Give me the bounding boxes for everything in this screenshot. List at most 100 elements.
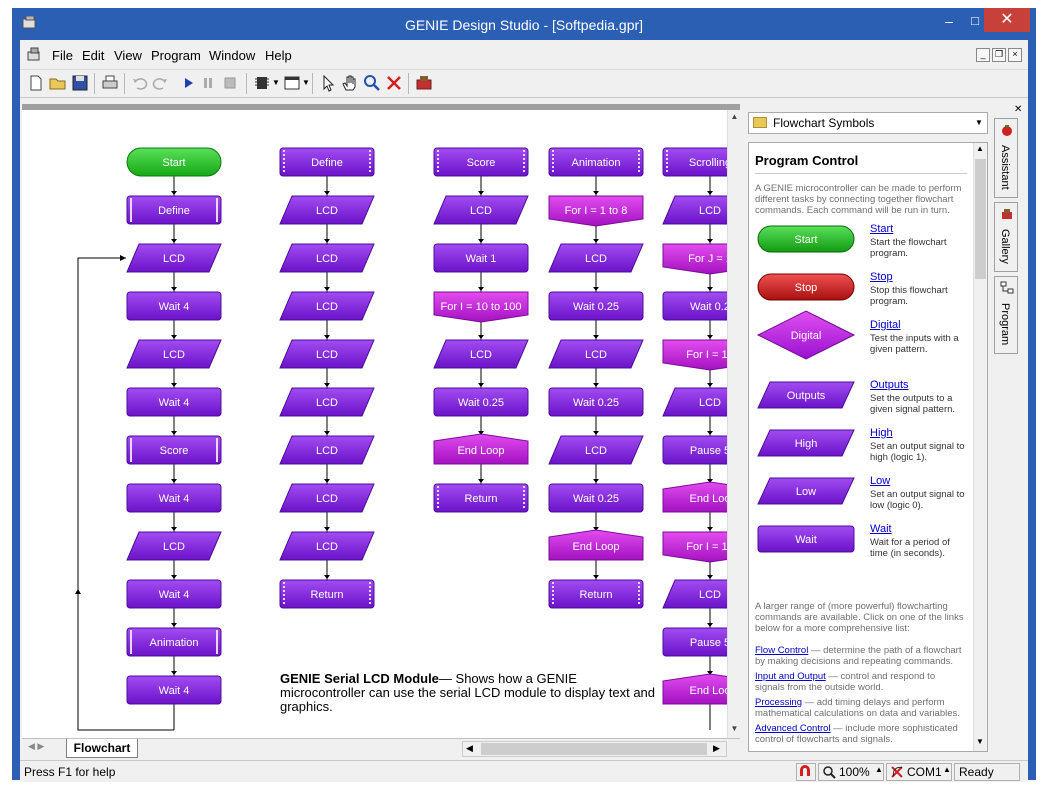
mdi-minimize-button[interactable]: _: [976, 48, 990, 62]
save-icon[interactable]: [70, 73, 90, 93]
port-pane[interactable]: COM1 ▲: [886, 763, 952, 781]
palette-symbol-outputs[interactable]: Outputs: [757, 381, 855, 409]
flowchart-node-rect[interactable]: Wait 4: [126, 483, 222, 513]
scroll-up-icon[interactable]: ▲: [728, 110, 740, 123]
flowchart-node-loopend[interactable]: End Loo: [662, 673, 727, 705]
canvas-vertical-scrollbar[interactable]: ▲ ▼: [727, 110, 740, 738]
flowchart-node-para[interactable]: LCD: [662, 195, 727, 225]
redo-icon[interactable]: [150, 73, 170, 93]
palette-symbol-digital[interactable]: Digital: [756, 310, 856, 360]
palette-scroll-thumb[interactable]: [975, 159, 986, 279]
symbol-category-select[interactable]: Flowchart Symbols ▼: [748, 112, 988, 134]
delete-icon[interactable]: [384, 73, 404, 93]
palette-symbol-wait[interactable]: Wait: [757, 525, 855, 553]
flowchart-node-ret[interactable]: Return: [433, 483, 529, 513]
side-tab-program[interactable]: Program: [994, 276, 1018, 354]
flowchart-node-rect[interactable]: Wait 4: [126, 387, 222, 417]
palette-scroll-up-icon[interactable]: ▲: [976, 144, 984, 153]
horizontal-scroll-thumb[interactable]: [481, 743, 707, 755]
flowchart-node-def[interactable]: Define: [279, 147, 375, 177]
chip-icon[interactable]: [252, 73, 272, 93]
stop-icon[interactable]: [220, 73, 240, 93]
flowchart-node-start[interactable]: Start: [126, 147, 222, 177]
flowchart-node-def[interactable]: Score: [433, 147, 529, 177]
flowchart-node-loopend[interactable]: End Loop: [548, 529, 644, 561]
zoom-stepper-icon[interactable]: ▲: [875, 762, 883, 778]
print-icon[interactable]: [100, 73, 120, 93]
menu-view[interactable]: View: [114, 48, 142, 63]
flowchart-node-rect[interactable]: Wait 0.25: [548, 291, 644, 321]
palette-symbol-low[interactable]: Low: [757, 477, 855, 505]
layout-dropdown-arrow[interactable]: ▼: [302, 78, 310, 87]
scroll-down-icon[interactable]: ▼: [728, 722, 740, 735]
download-chip-icon[interactable]: [414, 73, 434, 93]
more-link[interactable]: Processing: [755, 697, 802, 708]
menu-edit[interactable]: Edit: [82, 48, 104, 63]
flowchart-node-sub[interactable]: Define: [126, 195, 222, 225]
palette-link-wait[interactable]: Wait: [870, 523, 892, 535]
flowchart-node-para[interactable]: LCD: [662, 387, 727, 417]
flowchart-node-sub[interactable]: Animation: [126, 627, 222, 657]
flowchart-node-rect[interactable]: Pause 5: [662, 435, 727, 465]
flowchart-node-loopstart[interactable]: For I = 1 t: [662, 339, 727, 371]
panel-close-icon[interactable]: ✕: [1014, 104, 1022, 115]
flowchart-node-para[interactable]: LCD: [279, 435, 375, 465]
scroll-right-icon[interactable]: ▶: [713, 743, 720, 754]
flowchart-node-loopstart[interactable]: For I = 10 to 100: [433, 291, 529, 323]
flowchart-node-ret[interactable]: Return: [548, 579, 644, 609]
flowchart-node-para[interactable]: LCD: [279, 531, 375, 561]
hand-icon[interactable]: [340, 73, 360, 93]
canvas-horizontal-scrollbar[interactable]: ◀ ▶: [462, 741, 727, 757]
flowchart-node-para[interactable]: LCD: [279, 195, 375, 225]
flowchart-node-para[interactable]: LCD: [548, 339, 644, 369]
palette-link-outputs[interactable]: Outputs: [870, 379, 909, 391]
flowchart-node-para[interactable]: LCD: [548, 435, 644, 465]
chip-dropdown-arrow[interactable]: ▼: [272, 78, 280, 87]
flowchart-node-ret[interactable]: Return: [279, 579, 375, 609]
flowchart-node-para[interactable]: LCD: [279, 243, 375, 273]
menu-file[interactable]: File: [52, 48, 73, 63]
more-link[interactable]: Advanced Control: [755, 723, 831, 734]
flowchart-node-para[interactable]: LCD: [433, 195, 529, 225]
flowchart-node-para[interactable]: LCD: [433, 339, 529, 369]
flowchart-node-para[interactable]: LCD: [279, 291, 375, 321]
flowchart-node-para[interactable]: LCD: [548, 243, 644, 273]
more-link[interactable]: Input and Output: [755, 671, 826, 682]
document-icon[interactable]: [26, 46, 42, 62]
tab-flowchart[interactable]: Flowchart: [66, 739, 138, 758]
flowchart-node-rect[interactable]: Wait 4: [126, 579, 222, 609]
pause-icon[interactable]: [198, 73, 218, 93]
flowchart-node-para[interactable]: LCD: [279, 387, 375, 417]
flowchart-node-rect[interactable]: Pause 5: [662, 627, 727, 657]
palette-link-low[interactable]: Low: [870, 475, 890, 487]
flowchart-node-para[interactable]: LCD: [279, 483, 375, 513]
flowchart-node-loopstart[interactable]: For J = 1: [662, 243, 727, 275]
minimize-button[interactable]: –: [936, 12, 962, 32]
flowchart-node-rect[interactable]: Wait 0.2: [662, 291, 727, 321]
palette-symbol-high[interactable]: High: [757, 429, 855, 457]
flowchart-node-rect[interactable]: Wait 4: [126, 675, 222, 705]
menu-help[interactable]: Help: [265, 48, 292, 63]
palette-link-start[interactable]: Start: [870, 223, 893, 235]
close-button[interactable]: ✕: [984, 8, 1030, 32]
connection-pane[interactable]: [796, 763, 816, 781]
palette-scroll-down-icon[interactable]: ▼: [976, 737, 984, 746]
pointer-icon[interactable]: [318, 73, 338, 93]
flowchart-node-def[interactable]: Animation: [548, 147, 644, 177]
flowchart-node-rect[interactable]: Wait 0.25: [433, 387, 529, 417]
flowchart-node-rect[interactable]: Wait 1: [433, 243, 529, 273]
palette-scrollbar[interactable]: ▲ ▼: [973, 143, 987, 751]
flowchart-node-para[interactable]: LCD: [279, 339, 375, 369]
new-file-icon[interactable]: [26, 73, 46, 93]
undo-icon[interactable]: [130, 73, 150, 93]
palette-link-stop[interactable]: Stop: [870, 271, 893, 283]
mdi-restore-button[interactable]: ❐: [992, 48, 1006, 62]
chevron-down-icon[interactable]: ▼: [971, 113, 987, 133]
flowchart-node-def[interactable]: Scrolling: [662, 147, 727, 177]
flowchart-node-rect[interactable]: Wait 0.25: [548, 387, 644, 417]
mdi-close-button[interactable]: ×: [1008, 48, 1022, 62]
open-folder-icon[interactable]: [48, 73, 68, 93]
flowchart-canvas[interactable]: Start Define LCD Wait 4 LCD Wait 4 Score Wait 4…: [22, 104, 740, 738]
flowchart-node-para[interactable]: LCD: [126, 243, 222, 273]
scroll-left-icon[interactable]: ◀: [466, 743, 473, 754]
